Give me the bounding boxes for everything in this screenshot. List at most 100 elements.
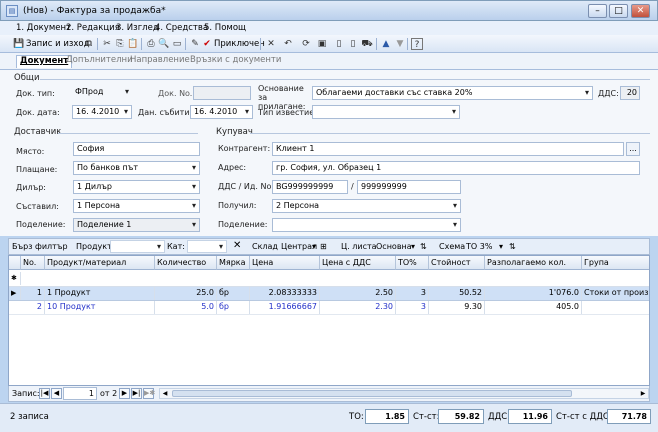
tab-links[interactable]: Връзки с документи bbox=[187, 55, 284, 68]
menu-edit[interactable]: 2. Редакция bbox=[66, 23, 120, 33]
arrow-down-icon[interactable]: ▼ bbox=[394, 38, 406, 50]
cell-group[interactable]: Стоки от производ bbox=[582, 287, 649, 300]
doc-type-select[interactable]: ФПрод bbox=[72, 86, 132, 100]
cancel-icon[interactable]: ✕ bbox=[265, 38, 277, 50]
print-preview-icon[interactable]: 🔍 bbox=[158, 38, 170, 50]
menu-help[interactable]: 5. Помощ bbox=[204, 23, 246, 33]
price-list-select[interactable]: Основна bbox=[376, 242, 412, 251]
new-row[interactable]: ✱ bbox=[9, 270, 649, 287]
cell-available[interactable]: 405.0 bbox=[485, 301, 582, 314]
notice-select[interactable] bbox=[312, 105, 460, 119]
id-no-field[interactable]: 999999999 bbox=[357, 180, 461, 194]
tab-direction[interactable]: Направление bbox=[127, 55, 193, 68]
tab-additional[interactable]: Допълнителни bbox=[63, 55, 136, 68]
cell-price-vat[interactable]: 2.30 bbox=[320, 301, 396, 314]
cell-group[interactable] bbox=[582, 301, 649, 314]
col-header-available[interactable]: Разполагаемо кол. bbox=[485, 256, 582, 270]
store-dropdown-icon[interactable]: ▾ bbox=[312, 242, 316, 251]
scroll-thumb[interactable] bbox=[172, 390, 572, 397]
scheme-select[interactable]: ТО 3% bbox=[466, 242, 492, 251]
copy-icon[interactable]: ⎘ bbox=[114, 38, 126, 50]
product-filter-select[interactable] bbox=[110, 240, 165, 253]
help-icon[interactable]: ? bbox=[411, 38, 423, 50]
new-record-icon[interactable]: ▶✱ bbox=[143, 388, 155, 399]
refresh-icon[interactable]: ⟳ bbox=[300, 38, 312, 50]
doc-no-field[interactable] bbox=[193, 86, 251, 100]
scroll-left-icon[interactable]: ◀ bbox=[160, 389, 170, 398]
menu-view[interactable]: 3. Изглед bbox=[116, 23, 159, 33]
scheme-apply-icon[interactable]: ⇅ bbox=[509, 242, 516, 251]
address-field[interactable]: гр. София, ул. Образец 1 bbox=[272, 161, 640, 175]
col-header-price[interactable]: Цена bbox=[250, 256, 320, 270]
prev-record-icon[interactable]: ◀ bbox=[51, 388, 62, 399]
scheme-dropdown-icon[interactable]: ▾ bbox=[499, 242, 503, 251]
arrow-up-icon[interactable]: ▲ bbox=[380, 38, 392, 50]
vat-no-field[interactable]: BG999999999 bbox=[272, 180, 348, 194]
cell-to[interactable]: 3 bbox=[396, 301, 429, 314]
cell-price-vat[interactable]: 2.50 bbox=[320, 287, 396, 300]
cell-value[interactable]: 9.30 bbox=[429, 301, 485, 314]
table-row[interactable]: ▶ 1 1 Продукт 25.0 бр 2.08333333 2.50 3 … bbox=[9, 287, 649, 301]
cut-icon[interactable]: ✂ bbox=[101, 38, 113, 50]
copy-doc-icon[interactable]: ⧉ bbox=[83, 38, 95, 50]
receiver-select[interactable]: 2 Персона bbox=[272, 199, 461, 213]
creator-select[interactable]: 1 Персона bbox=[73, 199, 200, 213]
partner-field[interactable]: Клиент 1 bbox=[272, 142, 624, 156]
print-icon[interactable]: ⎙ bbox=[145, 38, 157, 50]
col-header-group[interactable]: Група bbox=[582, 256, 649, 270]
buyer-division-select[interactable] bbox=[272, 218, 461, 232]
cell-product[interactable]: 10 Продукт bbox=[45, 301, 155, 314]
last-record-icon[interactable]: ▶| bbox=[131, 388, 142, 399]
first-record-icon[interactable]: |◀ bbox=[39, 388, 50, 399]
current-record-field[interactable]: 1 bbox=[63, 387, 97, 400]
maximize-button[interactable]: □ bbox=[609, 4, 628, 18]
new-doc-icon[interactable]: ▯ bbox=[333, 38, 345, 50]
cell-quantity[interactable]: 25.0 bbox=[155, 287, 217, 300]
store-action-icon[interactable]: ⊞ bbox=[320, 242, 327, 251]
post-button[interactable]: Приключен bbox=[214, 39, 265, 49]
menu-document[interactable]: 1. Документ bbox=[16, 23, 71, 33]
col-header-quantity[interactable]: Количество bbox=[155, 256, 217, 270]
price-list-dropdown-icon[interactable]: ▾ bbox=[411, 242, 415, 251]
close-button[interactable]: ✕ bbox=[631, 4, 650, 18]
paste-icon[interactable]: 📋 bbox=[127, 38, 139, 50]
doc-date-picker[interactable]: 16. 4.2010 bbox=[72, 105, 132, 119]
cell-unit[interactable]: бр bbox=[217, 287, 250, 300]
title-bar[interactable]: ▤ (Нов) - Фактура за продажба* – □ ✕ bbox=[0, 0, 658, 21]
dealer-select[interactable]: 1 Дилър bbox=[73, 180, 200, 194]
cell-no[interactable]: 2 bbox=[21, 301, 45, 314]
cell-unit[interactable]: бр bbox=[217, 301, 250, 314]
save-close-button[interactable]: Запис и изход bbox=[26, 39, 90, 49]
cell-available[interactable]: 1'076.0 bbox=[485, 287, 582, 300]
duplicate-icon[interactable]: ▯ bbox=[347, 38, 359, 50]
col-header-price-vat[interactable]: Цена с ДДС bbox=[320, 256, 396, 270]
folder-icon[interactable]: ▣ bbox=[316, 38, 328, 50]
supplier-division-select[interactable]: Поделение 1 bbox=[73, 218, 200, 232]
scroll-right-icon[interactable]: ▶ bbox=[638, 389, 648, 398]
minimize-button[interactable]: – bbox=[588, 4, 607, 18]
payment-select[interactable]: По банков път bbox=[73, 161, 200, 175]
edit-icon[interactable]: ✎ bbox=[189, 38, 201, 50]
cell-price[interactable]: 2.08333333 bbox=[250, 287, 320, 300]
undo-icon[interactable]: ↶ bbox=[282, 38, 294, 50]
basis-select[interactable]: Облагаеми доставки със ставка 20% bbox=[312, 86, 593, 100]
col-header-unit[interactable]: Мярка bbox=[217, 256, 250, 270]
next-record-icon[interactable]: ▶ bbox=[119, 388, 130, 399]
menu-tools[interactable]: 4. Средства bbox=[155, 23, 208, 33]
place-field[interactable]: София bbox=[73, 142, 200, 156]
cart-icon[interactable]: ⛟ bbox=[361, 38, 373, 50]
col-header-product[interactable]: Продукт/материал bbox=[45, 256, 155, 270]
col-header-value[interactable]: Стойност bbox=[429, 256, 485, 270]
partner-browse-button[interactable]: ... bbox=[626, 142, 640, 156]
cell-no[interactable]: 1 bbox=[21, 287, 45, 300]
export-icon[interactable]: ▭ bbox=[171, 38, 183, 50]
clear-filter-icon[interactable]: ✕ bbox=[233, 240, 241, 251]
horizontal-scrollbar[interactable]: ◀ ▶ bbox=[159, 388, 649, 399]
category-filter-select[interactable] bbox=[187, 240, 227, 253]
col-header-no[interactable]: No. bbox=[21, 256, 45, 270]
cell-value[interactable]: 50.52 bbox=[429, 287, 485, 300]
table-row[interactable]: 2 10 Продукт 5.0 бр 1.91666667 2.30 3 9.… bbox=[9, 301, 649, 315]
cell-price[interactable]: 1.91666667 bbox=[250, 301, 320, 314]
items-grid[interactable]: No. Продукт/материал Количество Мярка Це… bbox=[8, 255, 650, 386]
cell-to[interactable]: 3 bbox=[396, 287, 429, 300]
